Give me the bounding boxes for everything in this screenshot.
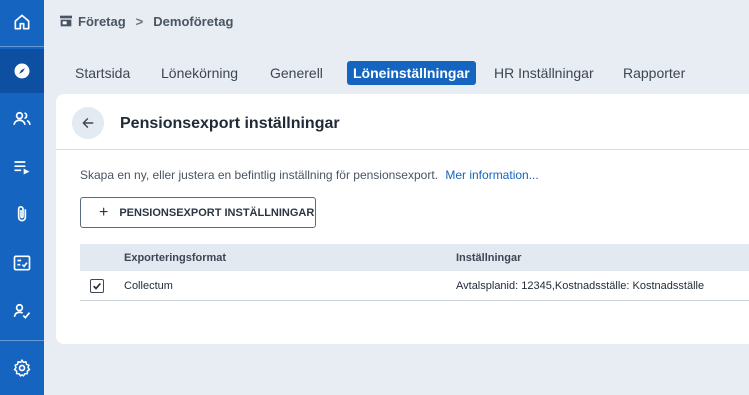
breadcrumb-company-link[interactable]: Företag [78, 14, 126, 29]
user-check-icon [13, 303, 31, 319]
plus-icon: + [99, 203, 109, 221]
breadcrumb: Företag > Demoföretag [44, 0, 749, 42]
page-title: Pensionsexport inställningar [120, 115, 340, 132]
sidebar-item-compass[interactable] [0, 49, 44, 93]
table-header: Exporteringsformat Inställningar [80, 244, 749, 271]
arrow-left-icon [82, 118, 94, 128]
sidebar-divider [0, 340, 44, 341]
table-row[interactable]: Collectum Avtalsplanid: 12345,Kostnadsst… [80, 271, 749, 301]
breadcrumb-current[interactable]: Demoföretag [153, 14, 233, 29]
tab-hr-installningar[interactable]: HR Inställningar [488, 61, 600, 85]
card-header: Pensionsexport inställningar [56, 94, 749, 150]
main-tabs: Startsida Lönekörning Generell Löneinstä… [44, 58, 749, 86]
tab-loneinstallningar[interactable]: Löneinställningar [347, 61, 476, 85]
checkmark-icon [93, 282, 101, 290]
sidebar-item-settings[interactable] [0, 346, 44, 390]
paperclip-icon [17, 206, 27, 222]
description-text: Skapa en ny, eller justera en befintlig … [80, 168, 438, 182]
sidebar-item-home[interactable] [0, 0, 44, 44]
add-pension-export-button[interactable]: + PENSIONSEXPORT INSTÄLLNINGAR [80, 197, 316, 228]
sidebar-divider [0, 46, 44, 47]
add-button-label: PENSIONSEXPORT INSTÄLLNINGAR [119, 206, 315, 219]
settings-card: Pensionsexport inställningar Skapa en ny… [56, 94, 749, 344]
tab-rapporter[interactable]: Rapporter [617, 61, 691, 85]
sidebar-item-checklist[interactable] [0, 241, 44, 285]
home-icon [14, 14, 30, 30]
sidebar-item-attachments[interactable] [0, 192, 44, 236]
tab-startsida[interactable]: Startsida [69, 61, 136, 85]
back-button[interactable] [72, 107, 104, 139]
row-checkbox[interactable] [90, 279, 104, 293]
sidebar [0, 0, 44, 395]
checklist-icon [13, 255, 31, 271]
list-play-icon [14, 161, 30, 175]
column-header-settings: Inställningar [456, 251, 522, 264]
breadcrumb-separator: > [135, 13, 144, 29]
row-format: Collectum [124, 279, 173, 292]
sidebar-item-users[interactable] [0, 97, 44, 141]
users-icon [13, 111, 31, 126]
compass-icon [14, 63, 30, 79]
row-settings: Avtalsplanid: 12345,Kostnadsställe: Kost… [456, 279, 705, 292]
tab-generell[interactable]: Generell [264, 61, 329, 85]
column-header-format: Exporteringsformat [124, 251, 227, 264]
sidebar-item-user-check[interactable] [0, 289, 44, 333]
tab-lonekorning[interactable]: Lönekörning [155, 61, 244, 85]
more-info-link[interactable]: Mer information... [445, 168, 538, 182]
sidebar-item-list[interactable] [0, 145, 44, 189]
store-icon [60, 15, 72, 27]
gear-icon [13, 359, 31, 377]
page-description: Skapa en ny, eller justera en befintlig … [80, 168, 539, 182]
